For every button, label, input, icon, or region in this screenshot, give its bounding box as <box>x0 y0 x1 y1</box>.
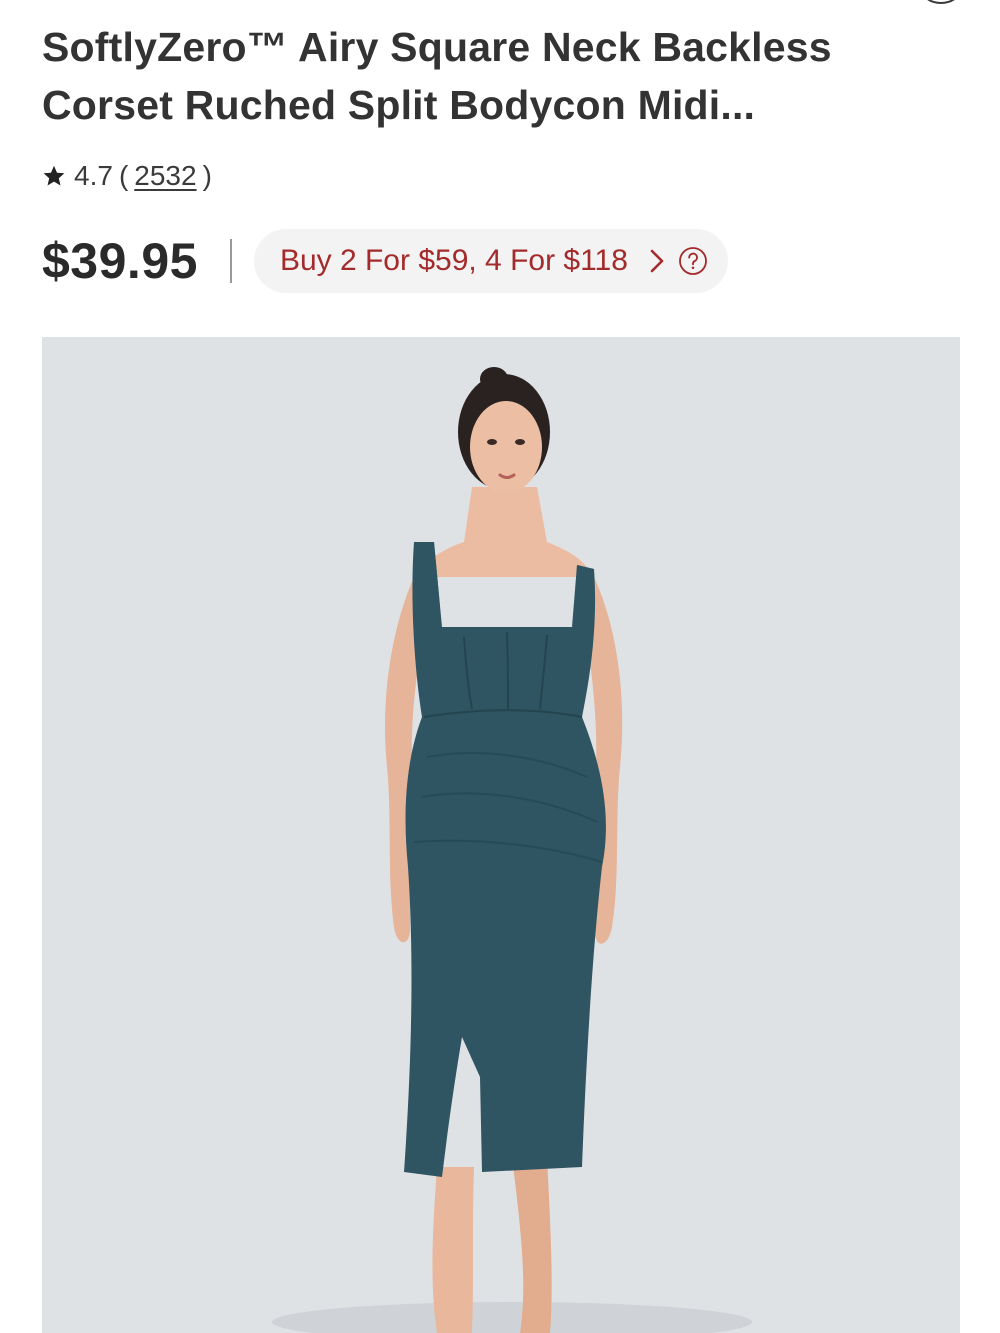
promo-pill-button[interactable]: Buy 2 For $59, 4 For $118 <box>253 229 728 293</box>
price: $39.95 <box>42 233 198 289</box>
promo-text: Buy 2 For $59, 4 For $118 <box>279 244 628 277</box>
close-paren: ) <box>202 160 212 191</box>
question-circle-icon[interactable] <box>678 246 708 276</box>
product-image[interactable] <box>42 337 960 1333</box>
star-icon <box>43 165 65 186</box>
product-title: SoftlyZero™ Airy Square Neck Backless Co… <box>42 24 832 128</box>
open-paren: ( <box>118 160 129 191</box>
dress-model-illustration <box>272 367 752 1333</box>
review-count-link[interactable]: 2532 <box>134 160 196 192</box>
rating-value: 4.7 <box>74 160 113 191</box>
price-row: $39.95 Buy 2 For $59, 4 For $118 <box>42 226 728 296</box>
chevron-right-icon <box>650 249 664 273</box>
rating-row: 4.7 ( 2532 ) <box>42 156 212 196</box>
top-corner-button[interactable] <box>922 0 960 4</box>
price-divider <box>229 239 232 283</box>
